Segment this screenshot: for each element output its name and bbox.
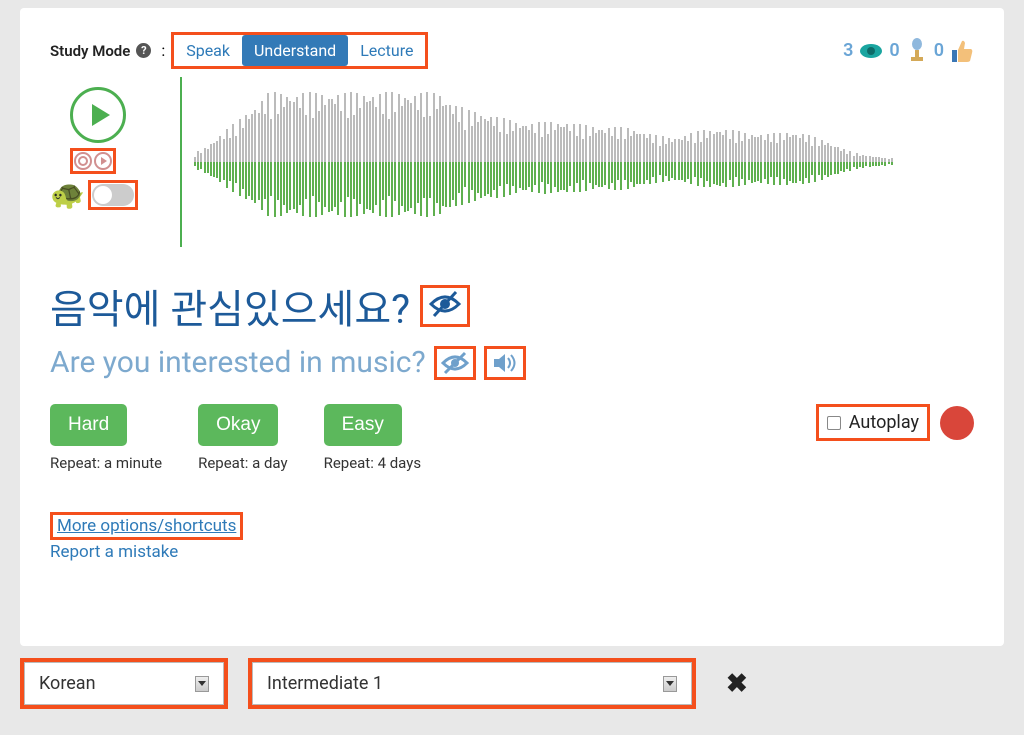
- play-controls: 🐢: [50, 87, 160, 211]
- hard-button[interactable]: Hard: [50, 404, 127, 446]
- more-options-link[interactable]: More options/shortcuts: [57, 516, 236, 536]
- close-icon[interactable]: ✖: [726, 669, 748, 699]
- header-row: Study Mode ? : Speak Understand Lecture …: [50, 32, 974, 69]
- hard-repeat: Repeat: a minute: [50, 454, 162, 472]
- female-voice-icon[interactable]: [74, 152, 92, 170]
- autoplay-area: Autoplay: [816, 404, 974, 441]
- record-button[interactable]: [940, 406, 974, 440]
- play-translation-highlight: [484, 346, 526, 380]
- footer-links: More options/shortcuts Report a mistake: [50, 512, 974, 562]
- more-options-highlight: More options/shortcuts: [50, 512, 243, 540]
- alt-play-icon[interactable]: [94, 152, 112, 170]
- eye-slash-icon[interactable]: [441, 351, 469, 375]
- study-mode-label: Study Mode: [50, 42, 130, 60]
- eye-icon: [859, 42, 883, 60]
- report-mistake-link[interactable]: Report a mistake: [50, 542, 974, 562]
- alt-voice-controls: [70, 148, 116, 174]
- playback-area: 🐢: [50, 87, 974, 247]
- tab-speak[interactable]: Speak: [174, 35, 242, 66]
- autoplay-highlight: Autoplay: [816, 404, 930, 441]
- level-select-highlight: Intermediate 1: [248, 658, 696, 709]
- microphone-trophy-icon: [906, 38, 928, 64]
- mode-tabs: Speak Understand Lecture: [171, 32, 428, 69]
- translation-text: Are you interested in music?: [50, 345, 426, 380]
- tab-lecture[interactable]: Lecture: [348, 35, 425, 66]
- playback-cursor[interactable]: [180, 77, 182, 247]
- autoplay-checkbox[interactable]: [827, 416, 841, 430]
- difficulty-row: Hard Repeat: a minute Okay Repeat: a day…: [50, 404, 974, 472]
- stats: 3 0 0: [843, 38, 974, 64]
- views-count: 3: [843, 40, 853, 61]
- waveform[interactable]: [194, 77, 974, 247]
- language-value: Korean: [39, 673, 96, 694]
- chevron-down-icon: [663, 676, 677, 692]
- difficulty-hard: Hard Repeat: a minute: [50, 404, 162, 472]
- language-select-highlight: Korean: [20, 658, 228, 709]
- language-select[interactable]: Korean: [24, 662, 224, 705]
- slow-toggle-highlight: [88, 180, 138, 210]
- turtle-icon: 🐢: [50, 178, 85, 211]
- okay-button[interactable]: Okay: [198, 404, 278, 446]
- target-sentence: 음악에 관심있으세요?: [50, 277, 410, 335]
- tab-understand[interactable]: Understand: [242, 35, 348, 66]
- sentence-area: 음악에 관심있으세요? Are you interested in music?: [50, 277, 974, 380]
- toggle-target-visibility-highlight: [420, 285, 470, 327]
- help-icon[interactable]: ?: [136, 43, 151, 58]
- easy-repeat: Repeat: 4 days: [324, 454, 422, 472]
- play-button[interactable]: [70, 87, 126, 143]
- level-value: Intermediate 1: [267, 673, 383, 694]
- easy-button[interactable]: Easy: [324, 404, 402, 446]
- chevron-down-icon: [195, 676, 209, 692]
- difficulty-easy: Easy Repeat: 4 days: [324, 404, 422, 472]
- bottom-controls: Korean Intermediate 1 ✖: [0, 646, 1024, 709]
- speaker-icon[interactable]: [491, 351, 519, 375]
- thumb-up-icon: [950, 38, 974, 64]
- eye-slash-icon[interactable]: [428, 290, 462, 318]
- toggle-translation-visibility-highlight: [434, 346, 476, 380]
- okay-repeat: Repeat: a day: [198, 454, 287, 472]
- difficulty-okay: Okay Repeat: a day: [198, 404, 287, 472]
- target-sentence-row: 음악에 관심있으세요?: [50, 277, 974, 335]
- slow-speed-toggle[interactable]: [92, 184, 134, 206]
- play-icon: [92, 104, 110, 126]
- level-select[interactable]: Intermediate 1: [252, 662, 692, 705]
- autoplay-label: Autoplay: [849, 412, 919, 433]
- likes-count: 0: [934, 40, 944, 61]
- study-card: Study Mode ? : Speak Understand Lecture …: [20, 8, 1004, 646]
- recordings-count: 0: [889, 40, 899, 61]
- slow-speed-row: 🐢: [50, 178, 160, 211]
- translation-row: Are you interested in music?: [50, 345, 974, 380]
